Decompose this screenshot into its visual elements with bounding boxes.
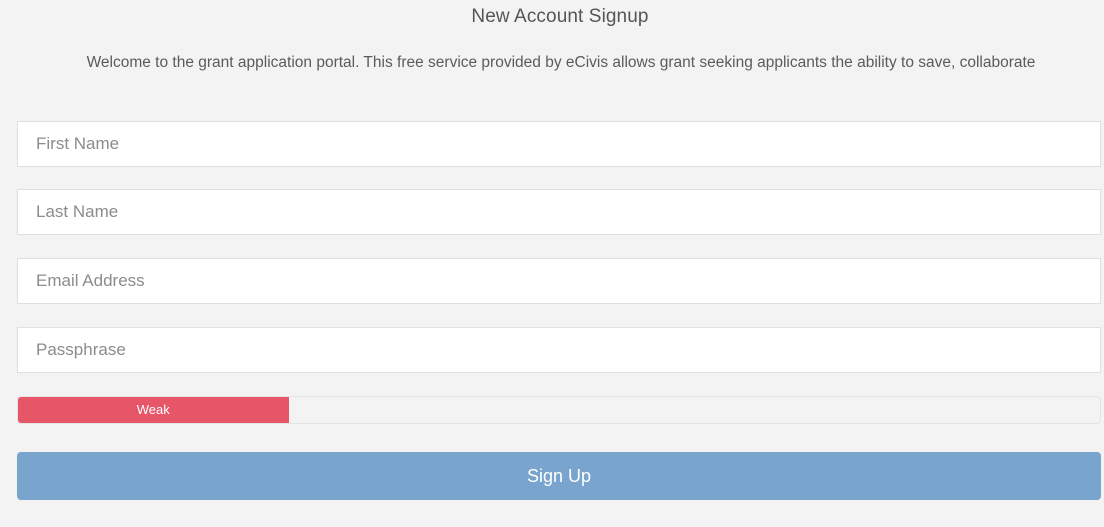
last-name-field[interactable]	[17, 189, 1101, 235]
email-field[interactable]	[17, 258, 1101, 304]
passphrase-field[interactable]	[17, 327, 1101, 373]
password-strength-label: Weak	[136, 402, 170, 417]
page-title: New Account Signup	[471, 6, 649, 27]
sign-up-button[interactable]: Sign Up	[17, 452, 1101, 500]
password-strength-bar: Weak	[18, 397, 289, 423]
first-name-field[interactable]	[17, 121, 1101, 167]
password-strength-meter: Weak	[17, 396, 1101, 424]
intro-text: Welcome to the grant application portal.…	[86, 54, 1036, 71]
